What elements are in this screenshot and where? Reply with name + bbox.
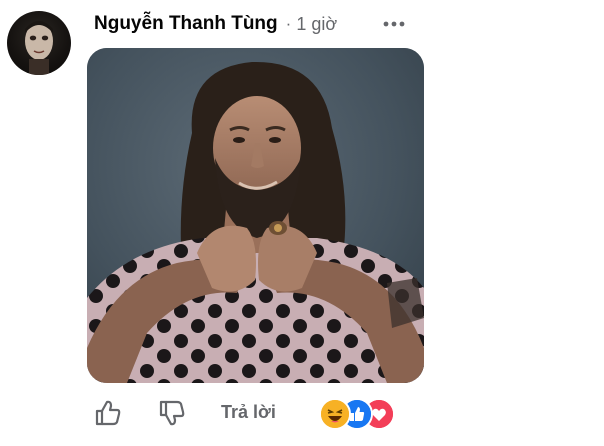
comment: Nguyễn Thanh Tùng · 1 giờ Trả lời [0,0,604,446]
avatar-mask-image [25,21,53,75]
comment-photo[interactable] [87,48,424,383]
more-options-button[interactable] [381,13,407,35]
thumbs-up-icon [95,400,121,426]
author-name[interactable]: Nguyễn Thanh Tùng [94,13,278,35]
comment-actions: Trả lời [93,396,513,430]
dislike-button[interactable] [157,398,187,428]
comment-header: Nguyễn Thanh Tùng · 1 giờ [94,10,337,38]
meta-separator: · [285,14,292,33]
reply-button[interactable]: Trả lời [221,402,276,423]
thumbs-down-icon [159,400,185,426]
like-button[interactable] [93,398,123,428]
reaction-summary[interactable] [319,398,395,430]
timestamp[interactable]: 1 giờ [296,14,337,35]
haha-reaction-icon [319,398,351,430]
photo-image [87,48,424,383]
avatar[interactable] [7,11,71,75]
more-options-icon [383,21,405,27]
